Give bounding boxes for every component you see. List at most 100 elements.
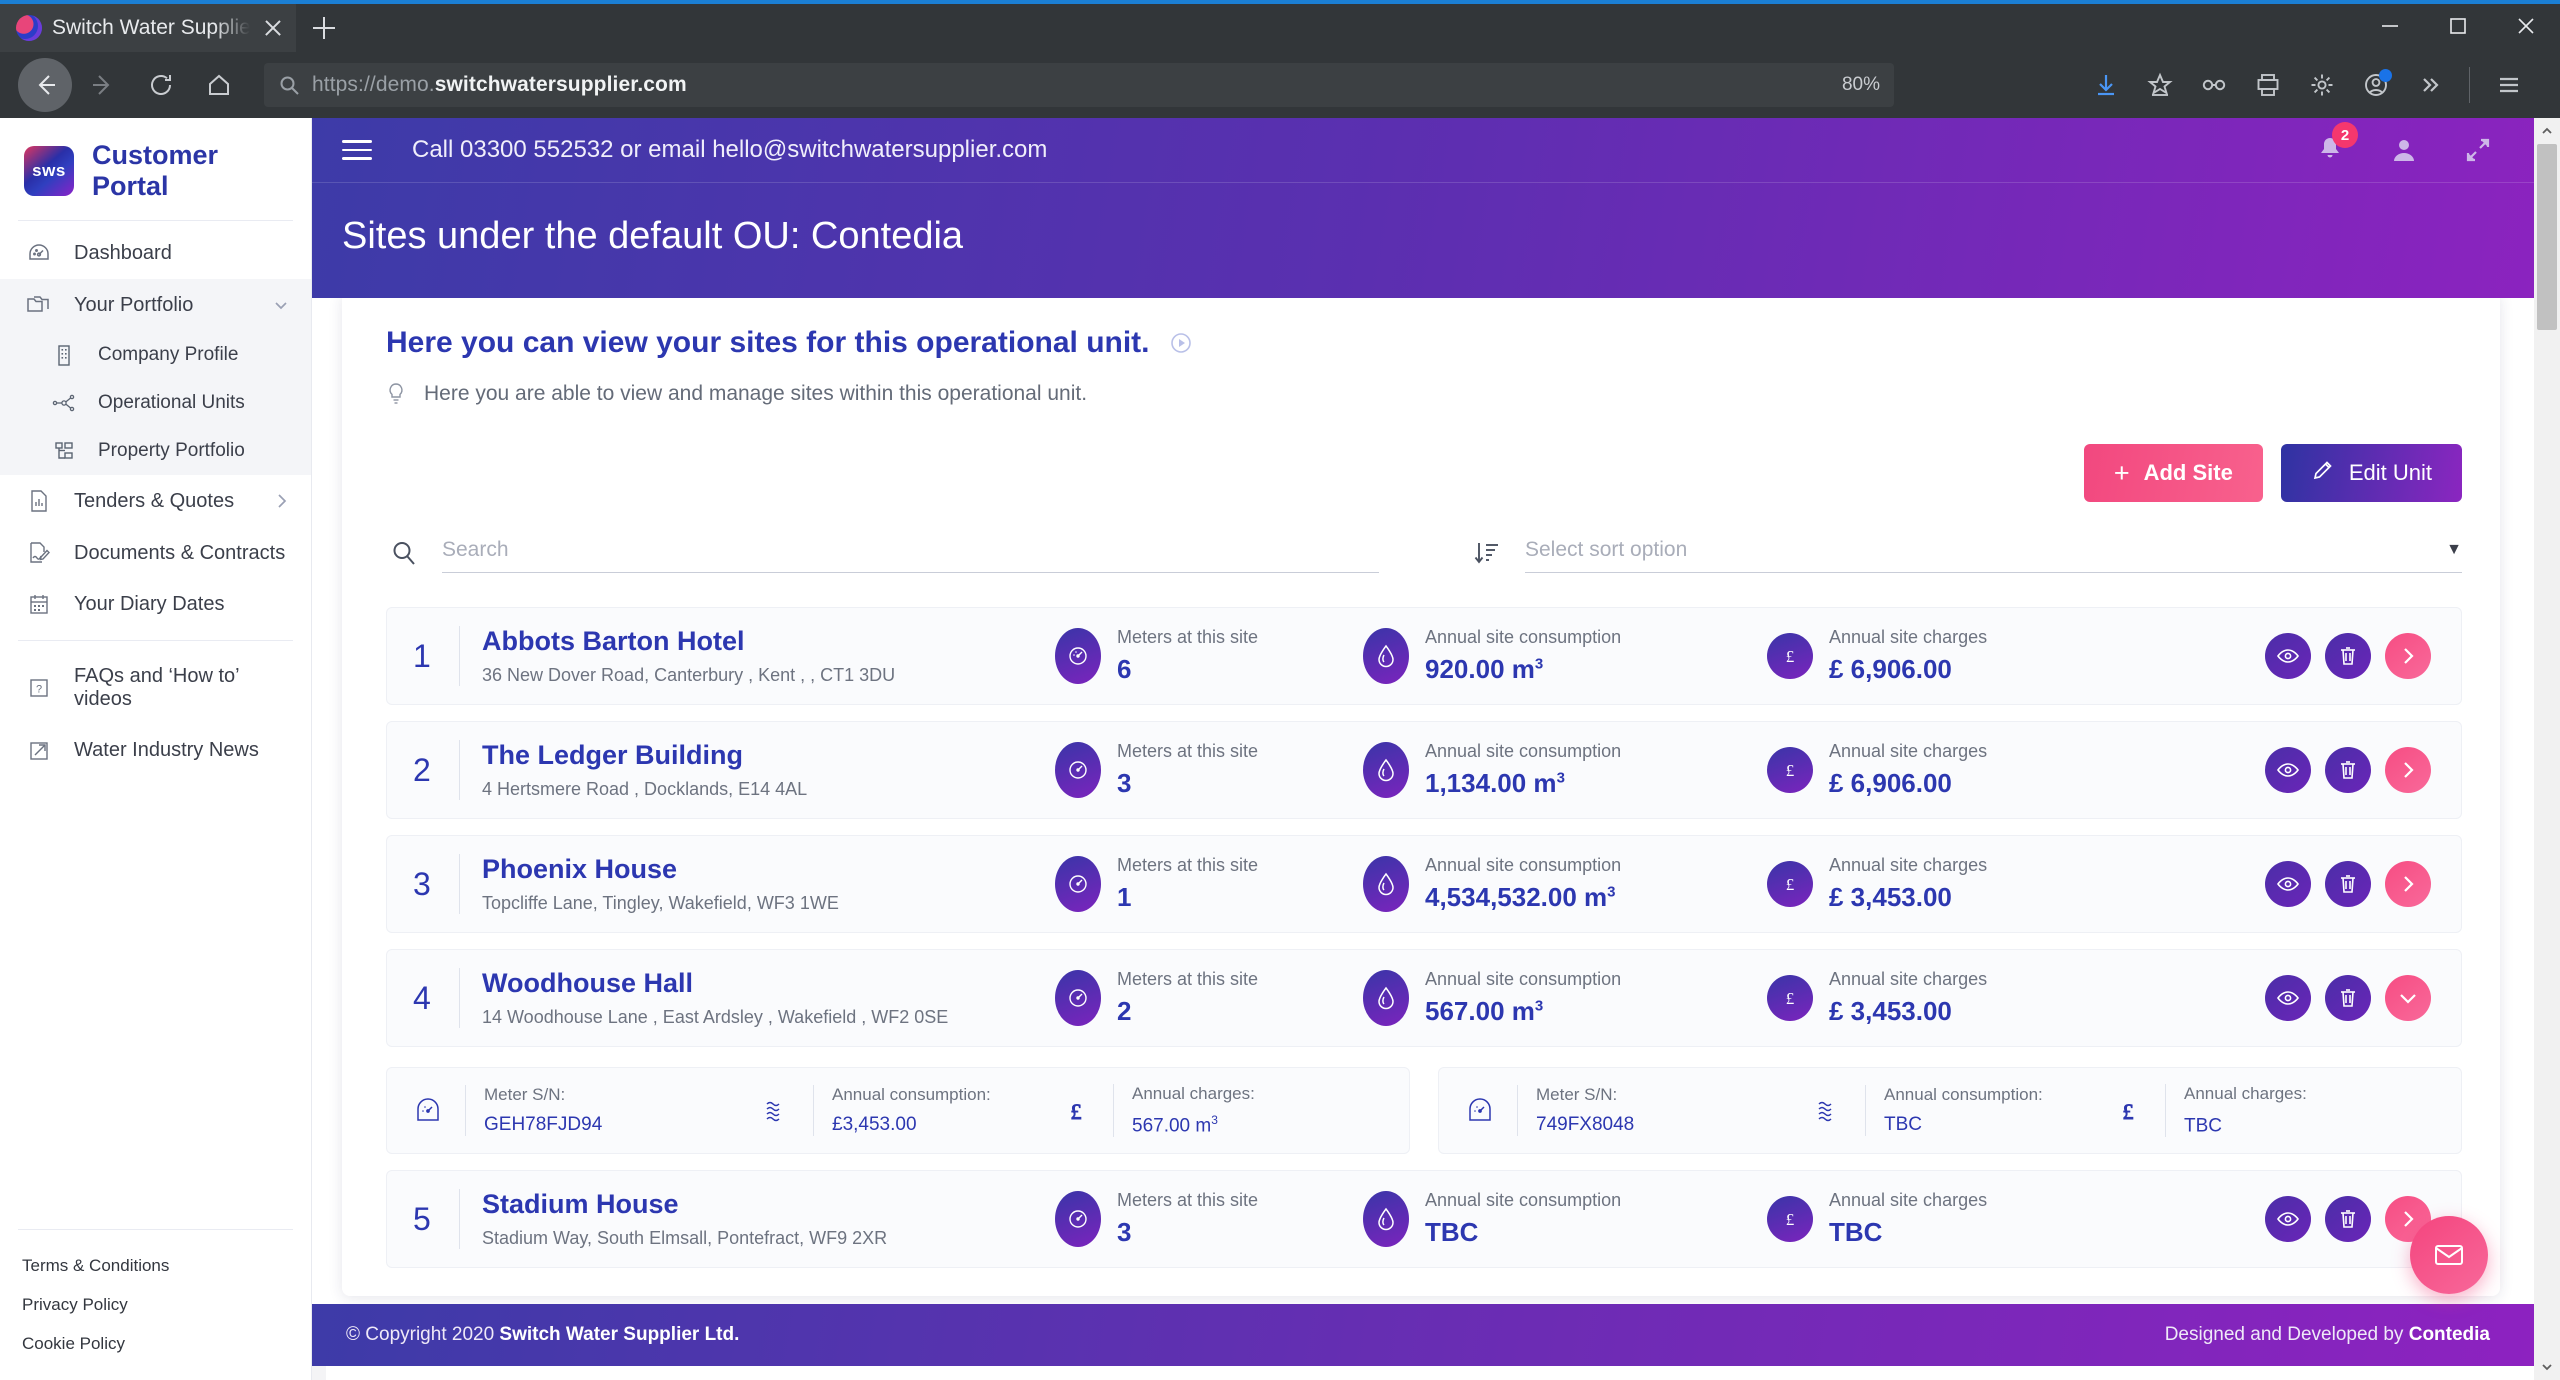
bell-icon[interactable]: 2 [2312, 122, 2358, 168]
gauge-icon [1055, 856, 1101, 912]
sidebar-item-tenders-quotes[interactable]: Tenders & Quotes [0, 475, 311, 527]
site-name[interactable]: Stadium House [482, 1189, 1055, 1220]
chevron-right-icon[interactable] [273, 492, 291, 510]
contact-fab-button[interactable] [2410, 1216, 2488, 1294]
site-meters-stat: Meters at this site 2 [1055, 969, 1363, 1027]
sidebar-item-label: Tenders & Quotes [74, 489, 235, 512]
table-row[interactable]: 1 Abbots Barton Hotel 36 New Dover Road,… [386, 607, 2462, 705]
sidebar-subitem-label: Property Portfolio [98, 440, 245, 461]
row-actions [2265, 633, 2439, 679]
page-scrollbar[interactable] [2534, 118, 2560, 1380]
print-icon[interactable] [2243, 60, 2293, 110]
meters-value: 3 [1117, 768, 1132, 798]
site-name[interactable]: Abbots Barton Hotel [482, 626, 1055, 657]
address-bar[interactable]: https://demo.switchwatersupplier.com 80% [264, 63, 1894, 107]
scroll-up-icon[interactable] [2534, 118, 2560, 144]
url-text: https://demo.switchwatersupplier.com [312, 73, 687, 96]
expand-row-icon[interactable] [2385, 747, 2431, 793]
brand[interactable]: sws Customer Portal [0, 118, 311, 220]
sort-select[interactable]: Select sort option ▼ [1525, 538, 2462, 573]
delete-icon[interactable] [2325, 633, 2371, 679]
privacy-link[interactable]: Privacy Policy [22, 1295, 289, 1315]
expand-row-icon[interactable] [2385, 861, 2431, 907]
close-icon[interactable] [260, 15, 286, 41]
bookmark-star-icon[interactable] [2135, 60, 2185, 110]
cookie-link[interactable]: Cookie Policy [22, 1334, 289, 1354]
sidebar-item-documents-contracts[interactable]: Documents & Contracts [0, 527, 311, 579]
maximize-button[interactable] [2424, 0, 2492, 52]
site-name[interactable]: Phoenix House [482, 854, 1055, 885]
sidebar-item-dashboard[interactable]: Dashboard [0, 227, 311, 279]
site-name[interactable]: Woodhouse Hall [482, 968, 1055, 999]
expand-icon[interactable] [2460, 132, 2496, 168]
view-icon[interactable] [2265, 861, 2311, 907]
table-row[interactable]: 5 Stadium House Stadium Way, South Elmsa… [386, 1170, 2462, 1269]
scroll-down-icon[interactable] [2534, 1354, 2560, 1380]
profile-icon[interactable] [2351, 60, 2401, 110]
delete-icon[interactable] [2325, 975, 2371, 1021]
minimize-button[interactable] [2356, 0, 2424, 52]
new-tab-button[interactable] [296, 4, 352, 52]
download-icon[interactable] [2081, 60, 2131, 110]
meter-card[interactable]: Meter S/N: GEH78FJD94 Annual consumption… [386, 1067, 1410, 1155]
sidebar-item-your-portfolio[interactable]: Your Portfolio [0, 279, 311, 331]
gear-icon[interactable] [2297, 60, 2347, 110]
meter-consumption-label: Annual consumption: [832, 1085, 991, 1105]
zoom-level[interactable]: 80% [1842, 74, 1880, 96]
chevrons-right-icon[interactable] [2405, 60, 2455, 110]
edit-unit-button[interactable]: Edit Unit [2280, 444, 2462, 502]
play-video-icon[interactable] [1168, 330, 1194, 356]
site-name[interactable]: The Ledger Building [482, 740, 1055, 771]
view-icon[interactable] [2265, 975, 2311, 1021]
site-address: 14 Woodhouse Lane , East Ardsley , Wakef… [482, 1007, 949, 1027]
sidebar-item-water-industry-news[interactable]: Water Industry News [0, 725, 311, 776]
app-scroll-area: Call 03300 552532 or email hello@switchw… [312, 118, 2534, 1304]
site-charges-stat: £ Annual site charges £ 3,453.00 [1767, 855, 2067, 913]
meter-consumption-value: TBC [1884, 1114, 1922, 1136]
view-icon[interactable] [2265, 747, 2311, 793]
sidebar-item-your-diary-dates[interactable]: Your Diary Dates [0, 579, 311, 630]
pound-icon: £ [1767, 747, 1813, 793]
meter-card[interactable]: Meter S/N: 749FX8048 Annual consumption:… [1438, 1067, 2462, 1155]
chevron-down-icon[interactable] [271, 295, 291, 315]
sidebar-divider-3 [18, 1229, 293, 1230]
back-icon[interactable] [18, 58, 72, 112]
svg-text:£: £ [1071, 1099, 1082, 1124]
view-icon[interactable] [2265, 1196, 2311, 1243]
reading-glasses-icon[interactable] [2189, 60, 2239, 110]
charges-value: TBC [1829, 1217, 1883, 1248]
sidebar-item-operational-units[interactable]: Operational Units [0, 379, 311, 427]
table-row[interactable]: 2 The Ledger Building 4 Hertsmere Road ,… [386, 721, 2462, 819]
menu-toggle-icon[interactable] [342, 129, 384, 171]
sidebar-item-company-profile[interactable]: Company Profile [0, 331, 311, 379]
reload-icon[interactable] [134, 58, 188, 112]
user-icon[interactable] [2386, 132, 2422, 168]
sidebar-item-property-portfolio[interactable]: Property Portfolio [0, 427, 311, 475]
collapse-row-icon[interactable] [2385, 975, 2431, 1021]
consumption-value: 4,534,532.00 m3 [1425, 882, 1616, 912]
terms-link[interactable]: Terms & Conditions [22, 1256, 289, 1276]
gauge-icon [1055, 742, 1101, 798]
forward-icon[interactable] [76, 58, 130, 112]
browser-tab[interactable]: Switch Water Supplier with Swi [0, 4, 296, 52]
sidebar-divider-2 [18, 640, 293, 641]
page-scrollbar-thumb[interactable] [2537, 144, 2557, 330]
delete-icon[interactable] [2325, 861, 2371, 907]
search-input[interactable]: Search [442, 538, 1379, 573]
table-row[interactable]: 3 Phoenix House Topcliffe Lane, Tingley,… [386, 835, 2462, 933]
content-scrollbar[interactable] [312, 1366, 326, 1380]
copyright-text: © Copyright 2020 Switch Water Supplier L… [346, 1324, 740, 1345]
add-site-button[interactable]: + Add Site [2083, 444, 2263, 502]
browser-menu-icon[interactable] [2484, 60, 2534, 110]
close-button[interactable] [2492, 0, 2560, 52]
delete-icon[interactable] [2325, 747, 2371, 793]
meter-sn-label: Meter S/N: [484, 1085, 566, 1105]
delete-icon[interactable] [2325, 1196, 2371, 1243]
home-icon[interactable] [192, 58, 246, 112]
view-icon[interactable] [2265, 633, 2311, 679]
table-row[interactable]: 4 Woodhouse Hall 14 Woodhouse Lane , Eas… [386, 949, 2462, 1047]
sidebar-item-faqs[interactable]: ? FAQs and ‘How to’ videos [0, 651, 311, 725]
stat-label: Annual site consumption [1425, 741, 1622, 761]
expand-row-icon[interactable] [2385, 633, 2431, 679]
page-scrollbar-track[interactable] [2534, 144, 2560, 1354]
